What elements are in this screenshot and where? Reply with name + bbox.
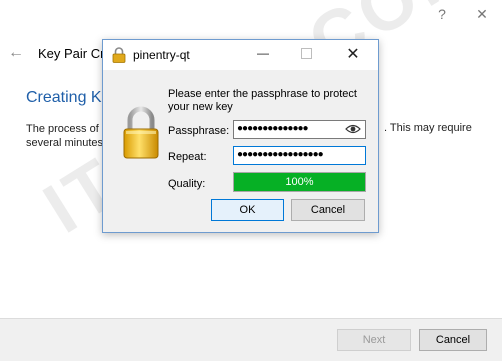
body-text-right: . This may require xyxy=(384,122,472,134)
cancel-button[interactable]: Cancel xyxy=(291,199,365,221)
passphrase-value: ●●●●●●●●●●●●●● xyxy=(237,123,309,134)
window-controls: ? ✕ xyxy=(434,6,490,23)
wizard-cancel-button[interactable]: Cancel xyxy=(419,329,487,351)
passphrase-label: Passphrase: xyxy=(168,125,230,137)
dialog-titlebar: pinentry-qt — ✕ xyxy=(103,40,378,70)
eye-icon[interactable] xyxy=(345,123,361,135)
next-button[interactable]: Next xyxy=(337,329,411,351)
dialog-close-button[interactable]: ✕ xyxy=(345,44,361,64)
quality-label: Quality: xyxy=(168,178,206,190)
repeat-field[interactable]: ●●●●●●●●●●●●●●●●● xyxy=(233,146,366,165)
close-button[interactable]: ✕ xyxy=(474,6,490,23)
repeat-label: Repeat: xyxy=(168,151,207,163)
padlock-icon xyxy=(112,47,126,63)
help-button[interactable]: ? xyxy=(434,6,450,23)
quality-bar: 100% xyxy=(233,172,366,192)
body-text-left: The process of several minutes xyxy=(26,123,104,149)
passphrase-field[interactable]: ●●●●●●●●●●●●●● xyxy=(233,120,366,139)
dialog-title: pinentry-qt xyxy=(133,48,190,62)
prompt-text: Please enter the passphrase to protect y… xyxy=(168,88,357,113)
padlock-icon xyxy=(123,106,159,159)
maximize-button xyxy=(301,48,312,59)
back-arrow-icon[interactable]: ← xyxy=(8,44,24,62)
minimize-button[interactable]: — xyxy=(255,46,271,60)
repeat-value: ●●●●●●●●●●●●●●●●● xyxy=(237,149,324,160)
page-heading: Creating Ke xyxy=(26,89,111,106)
ok-button[interactable]: OK xyxy=(211,199,284,221)
pinentry-dialog: pinentry-qt — ✕ Please enter the passphr… xyxy=(102,39,379,233)
